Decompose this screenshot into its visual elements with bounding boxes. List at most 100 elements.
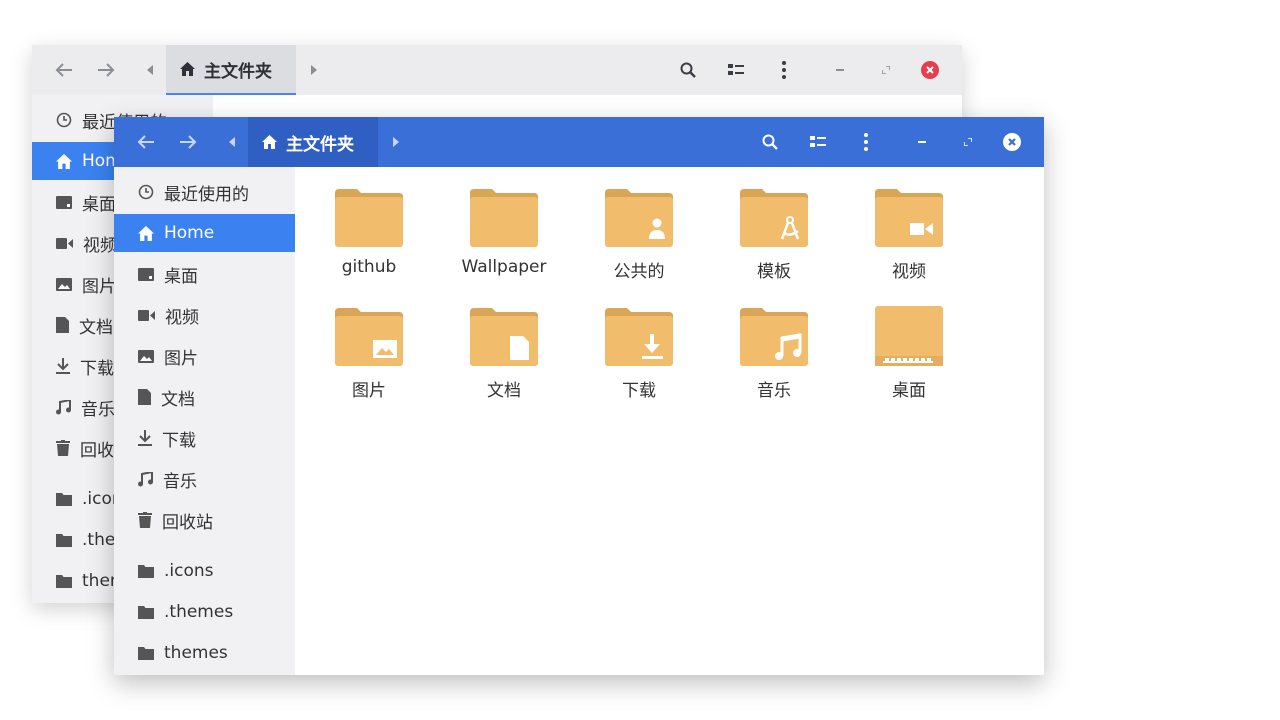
folder-icon (335, 189, 403, 247)
picture-icon (56, 277, 72, 291)
back-arrow-icon[interactable] (130, 117, 162, 167)
folder-public-icon (605, 189, 673, 247)
sidebar-item-documents[interactable]: 文档 (114, 378, 295, 416)
document-icon (138, 389, 151, 405)
music-icon (138, 471, 153, 486)
sidebar-item-video[interactable]: 视频 (114, 296, 295, 334)
breadcrumb-home[interactable]: 主文件夹 (166, 45, 296, 95)
folder-github[interactable]: github (314, 187, 424, 277)
folder-documents-icon (470, 308, 538, 366)
folder-icon (470, 189, 538, 247)
sidebar-item-label: 回收站 (162, 512, 213, 533)
folder-videos-icon (875, 189, 943, 247)
file-label: 桌面 (892, 381, 926, 401)
folder-icon (56, 574, 72, 588)
breadcrumb-label: 主文件夹 (204, 61, 272, 82)
sidebar-item-label: .themes (164, 602, 234, 622)
close-icon[interactable] (998, 117, 1026, 167)
home-icon (180, 62, 195, 76)
sidebar-item-downloads[interactable]: 下载 (114, 419, 295, 457)
document-icon (56, 317, 69, 333)
folder-wallpaper[interactable]: Wallpaper (449, 187, 559, 277)
front-headerbar: 主文件夹 (114, 117, 1044, 167)
folder-public[interactable]: 公共的 (584, 187, 694, 282)
folder-icon (138, 646, 154, 660)
menu-icon[interactable] (770, 45, 798, 95)
breadcrumb-label: 主文件夹 (286, 134, 354, 155)
sidebar-item-desktop[interactable]: 桌面 (114, 255, 295, 293)
folder-downloads[interactable]: 下载 (584, 306, 694, 401)
folder-icon (138, 564, 154, 578)
home-icon (262, 135, 277, 149)
file-label: 模板 (757, 262, 791, 282)
sidebar-item-icons[interactable]: .icons (114, 552, 295, 590)
minimize-icon[interactable] (826, 45, 854, 95)
sidebar-item-label: 图片 (82, 276, 116, 297)
maximize-icon[interactable] (872, 45, 900, 95)
file-label: Wallpaper (461, 257, 547, 277)
sidebar-item-label: 文档 (79, 317, 113, 338)
folder-desktop[interactable]: 桌面 (854, 306, 964, 401)
download-icon (56, 358, 70, 374)
sidebar-item-label: 音乐 (81, 399, 115, 420)
folder-videos[interactable]: 视频 (854, 187, 964, 282)
folder-icon (138, 605, 154, 619)
folder-music-icon (740, 308, 808, 366)
path-right-icon[interactable] (386, 117, 406, 167)
trash-icon (56, 440, 70, 456)
view-toggle-icon[interactable] (802, 117, 834, 167)
folder-downloads-icon (605, 308, 673, 366)
sidebar-item-trash[interactable]: 回收站 (114, 501, 295, 539)
sidebar-item-dot-themes[interactable]: .themes (114, 593, 295, 631)
download-icon (138, 430, 152, 446)
folder-documents[interactable]: 文档 (449, 306, 559, 401)
sidebar-item-label: 桌面 (82, 194, 116, 215)
home-icon (138, 225, 154, 241)
desktop-icon (56, 195, 72, 209)
path-right-icon[interactable] (304, 45, 324, 95)
forward-arrow-icon[interactable] (172, 117, 204, 167)
folder-pictures-icon (335, 308, 403, 366)
home-icon (56, 153, 72, 169)
file-label: 公共的 (613, 262, 665, 282)
back-arrow-icon[interactable] (48, 45, 80, 95)
search-icon[interactable] (754, 117, 786, 167)
close-icon[interactable] (916, 45, 944, 95)
clock-icon (138, 184, 154, 200)
file-label: 音乐 (757, 381, 791, 401)
view-toggle-icon[interactable] (720, 45, 752, 95)
folder-pictures[interactable]: 图片 (314, 306, 424, 401)
folder-music[interactable]: 音乐 (719, 306, 829, 401)
sidebar-item-label: Home (164, 223, 215, 243)
sidebar-item-themes[interactable]: themes (114, 634, 295, 672)
menu-icon[interactable] (852, 117, 880, 167)
sidebar-item-recent[interactable]: 最近使用的 (114, 173, 295, 211)
folder-icon (56, 492, 72, 506)
sidebar-item-pictures[interactable]: 图片 (114, 337, 295, 375)
picture-icon (138, 349, 154, 363)
sidebar-item-label: 下载 (80, 358, 114, 379)
maximize-icon[interactable] (954, 117, 982, 167)
path-left-icon[interactable] (140, 45, 160, 95)
path-left-icon[interactable] (222, 117, 242, 167)
breadcrumb-home[interactable]: 主文件夹 (248, 117, 378, 167)
minimize-icon[interactable] (908, 117, 936, 167)
file-label: 视频 (892, 262, 926, 282)
search-icon[interactable] (672, 45, 704, 95)
front-content: github Wallpaper 公共的 模板 视频 图片 文档 下载 音乐 桌… (295, 167, 1044, 675)
forward-arrow-icon[interactable] (90, 45, 122, 95)
file-label: 图片 (352, 381, 386, 401)
sidebar-item-label: themes (164, 643, 228, 663)
sidebar-item-home[interactable]: Home (114, 214, 295, 252)
folder-templates-icon (740, 189, 808, 247)
sidebar-item-label: 文档 (161, 389, 195, 410)
front-window: 主文件夹 最近使用的 Home 桌面 视频 图片 文档 下载 音乐 回收站 .i… (114, 117, 1044, 675)
folder-templates[interactable]: 模板 (719, 187, 829, 282)
sidebar-item-label: 视频 (165, 307, 199, 328)
folder-desktop-icon (875, 306, 943, 366)
desktop-icon (138, 267, 154, 281)
sidebar-item-music[interactable]: 音乐 (114, 460, 295, 498)
video-icon (56, 237, 73, 249)
clock-icon (56, 112, 72, 128)
sidebar-item-label: 最近使用的 (164, 184, 249, 205)
